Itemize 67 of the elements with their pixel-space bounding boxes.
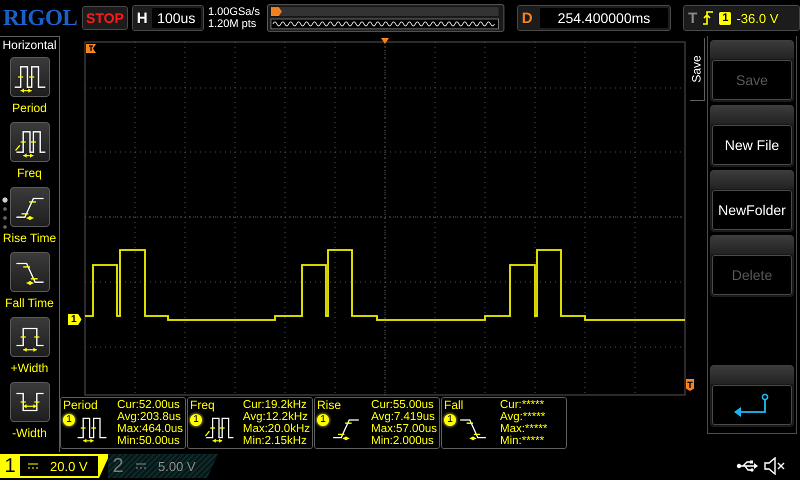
measurement-value: Min:2.000us [371, 435, 435, 447]
measure-button[interactable] [10, 57, 50, 97]
trigger-level-marker[interactable]: T [686, 379, 694, 391]
sample-rate: 1.00GSa/s [208, 6, 261, 18]
measure-button[interactable] [10, 252, 50, 292]
channel-number: 1 [3, 454, 17, 478]
measurement-value: Max:***** [500, 423, 548, 435]
trigger-level: -36.0 V [736, 10, 778, 26]
channel-marker[interactable]: 1 [68, 314, 82, 325]
measurement-value: Min:2.15kHz [242, 435, 308, 447]
measurement-value: Max:464.0us [117, 423, 183, 435]
measurement-value: Cur:55.00us [371, 399, 435, 411]
menu-title: Horizontal [2, 38, 57, 52]
channel-badge: 1 [190, 414, 202, 426]
measure-label: Freq [17, 166, 42, 180]
measure-label: Period [12, 101, 47, 115]
dc-coupling-icon [28, 463, 38, 469]
timebase-label: H [136, 10, 148, 26]
channel-tab[interactable]: 1 20.0 V [0, 454, 110, 478]
measurement-value: Cur:***** [500, 399, 546, 411]
measure-button[interactable] [10, 187, 50, 227]
measure-button[interactable] [10, 122, 50, 162]
measurement-value: Max:20.0kHz [242, 423, 310, 435]
measurement-value: Min:***** [500, 435, 546, 447]
softkey-button[interactable]: NewFolder [712, 190, 792, 230]
dc-coupling-icon [136, 463, 146, 469]
channel-tab[interactable]: 2 5.00 V [108, 454, 218, 478]
measurement-value: Avg:***** [500, 411, 546, 423]
channel-scale: 5.00 V [158, 458, 196, 474]
measure-label: -Width [12, 426, 47, 440]
measurement-name: Fall [444, 399, 464, 412]
back-button[interactable] [712, 385, 792, 425]
measurement-name: Freq [190, 399, 216, 412]
delay-value: 254.400000ms [540, 8, 668, 28]
measurement-value: Cur:19.2kHz [242, 399, 308, 411]
channel-badge: 1 [444, 414, 456, 426]
usb-icon [736, 460, 758, 472]
channel-scale: 20.0 V [50, 458, 88, 474]
channel-number: 2 [111, 454, 125, 478]
speaker-muted-icon [764, 457, 786, 475]
measurement-value: Max:57.00us [371, 423, 437, 435]
channel-badge: 1 [719, 12, 732, 24]
memory-depth: 1.20M pts [208, 18, 258, 30]
brand-logo: RIGOL [3, 5, 78, 31]
trigger-label: T [688, 10, 698, 26]
rising-edge-icon [702, 10, 714, 26]
trigger-position-marker-icon [381, 38, 389, 44]
measure-button[interactable] [10, 317, 50, 357]
channel-badge: 1 [63, 414, 75, 426]
measurement-name: Rise [317, 399, 342, 412]
measure-label: +Width [10, 361, 48, 375]
channel-badge: 1 [317, 414, 329, 426]
measure-label: Fall Time [5, 296, 54, 310]
measurement-value: Min:50.00us [117, 435, 181, 447]
run-stop-button[interactable]: STOP [82, 6, 128, 30]
delay-label: D [522, 10, 534, 26]
measurement-value: Avg:7.419us [371, 411, 436, 423]
return-arrow-icon [733, 393, 771, 417]
measurement-value: Avg:12.2kHz [242, 411, 309, 423]
measure-button[interactable] [10, 382, 50, 422]
measurement-value: Avg:203.8us [117, 411, 182, 423]
measurement-name: Period [63, 399, 99, 412]
measure-label: Rise Time [2, 231, 56, 245]
measurement-value: Cur:52.00us [117, 399, 181, 411]
page-indicator-icon [2, 197, 8, 229]
softkey-button[interactable]: New File [712, 125, 792, 165]
timebase-value: 100us [152, 8, 201, 28]
